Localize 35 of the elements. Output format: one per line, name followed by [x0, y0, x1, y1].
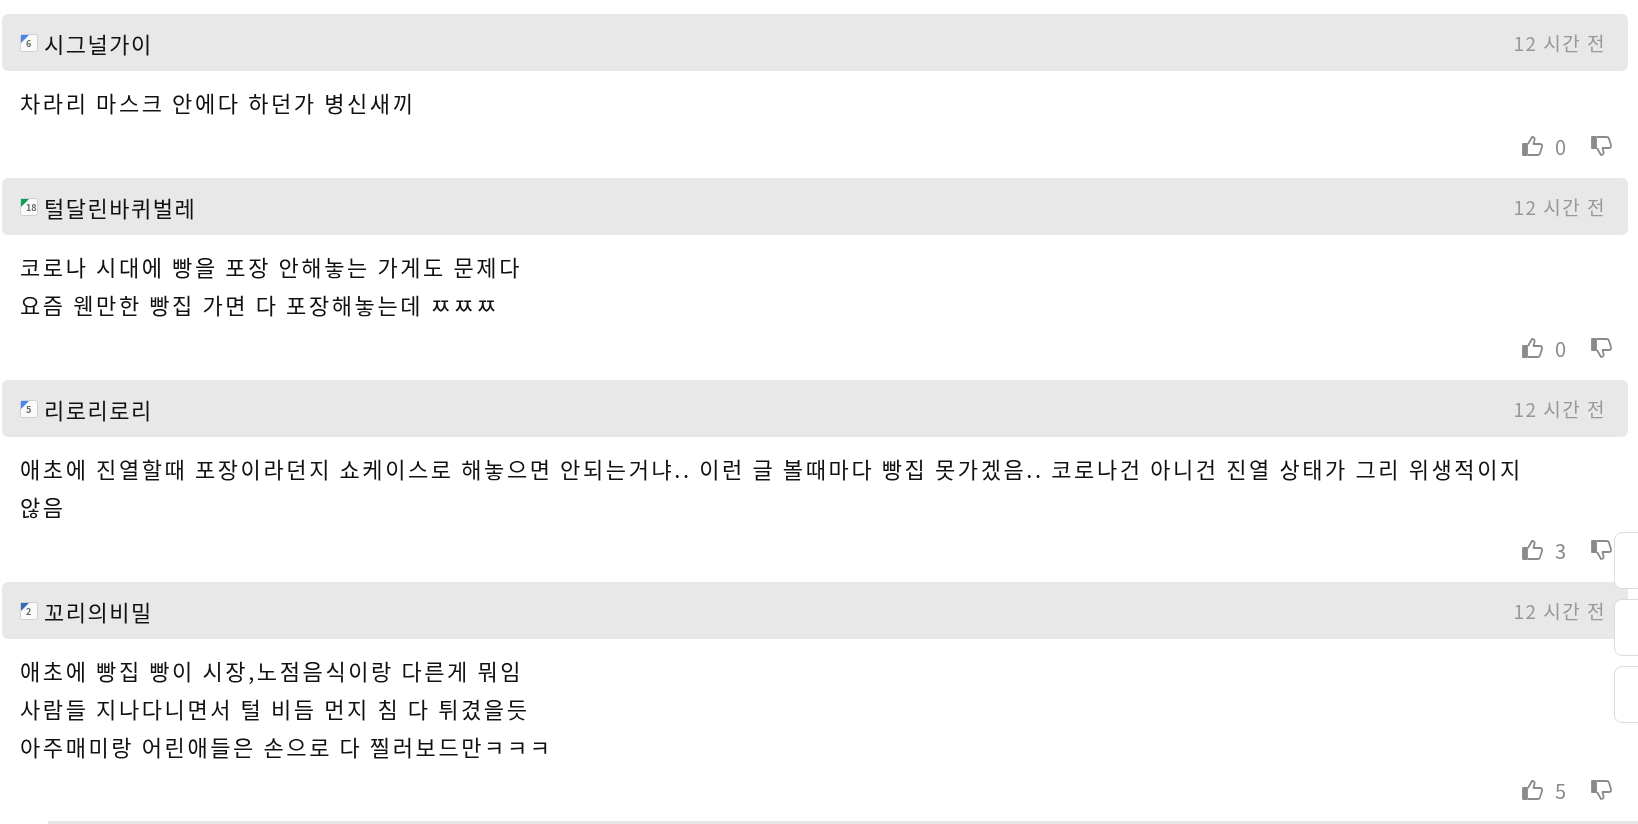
thumbs-up-icon[interactable] [1520, 778, 1545, 802]
like-count: 0 [1554, 131, 1566, 161]
level-number: 6 [26, 39, 32, 48]
thumbs-up-icon[interactable] [1520, 538, 1545, 562]
level-icon [20, 33, 38, 52]
like-count: 0 [1554, 333, 1566, 363]
level-icon [20, 197, 38, 216]
comment-text: 요즘 웬만한 빵집 가면 다 포장해놓는데 ㅉㅉㅉ [20, 287, 501, 322]
comment-text: 애초에 진열할때 포장이라던지 쇼케이스로 해놓으면 안되는거냐.. 이런 글 볼때마다 빵집 못가겠음.. 코로나건 아니건 진열 상태가 그리 위생적이지 않음 [20, 451, 1524, 524]
level-icon [20, 601, 38, 620]
author-name[interactable]: 털달린바퀴벌레 [44, 190, 197, 223]
comment-time: 12 시간 전 [1513, 29, 1606, 56]
comment-text: 사람들 지나다니면서 털 비듬 먼지 침 다 튀겼을듯 [20, 691, 531, 726]
thumbs-down-icon[interactable] [1590, 134, 1614, 158]
comment-text: 애초에 빵집 빵이 시장,노점음식이랑 다른게 뭐임 [20, 653, 525, 688]
level-number: 5 [26, 405, 32, 414]
thumbs-up-icon[interactable] [1520, 134, 1545, 158]
comment-text: 차라리 마스크 안에다 하던가 병신새끼 [20, 85, 417, 120]
level-icon [20, 399, 38, 418]
level-number: 2 [26, 607, 32, 616]
comment-time: 12 시간 전 [1513, 597, 1606, 624]
author-name[interactable]: 꼬리의비밀 [44, 594, 153, 627]
comment-time: 12 시간 전 [1513, 193, 1606, 220]
author-name[interactable]: 리로리로리 [44, 392, 153, 425]
comment-time: 12 시간 전 [1513, 395, 1606, 422]
comment-text: 코로나 시대에 빵을 포장 안해놓는 가게도 문제다 [20, 249, 523, 284]
thumbs-up-icon[interactable] [1520, 336, 1545, 360]
like-count: 3 [1554, 535, 1566, 565]
thumbs-down-icon[interactable] [1590, 778, 1614, 802]
thumbs-down-icon[interactable] [1590, 336, 1614, 360]
like-count: 5 [1554, 775, 1566, 805]
thumbs-down-icon[interactable] [1590, 538, 1614, 562]
level-number: 18 [26, 203, 37, 212]
author-name[interactable]: 시그널가이 [44, 26, 153, 59]
comment-text: 아주매미랑 어린애들은 손으로 다 찔러보드만ㅋㅋㅋ [20, 729, 554, 764]
